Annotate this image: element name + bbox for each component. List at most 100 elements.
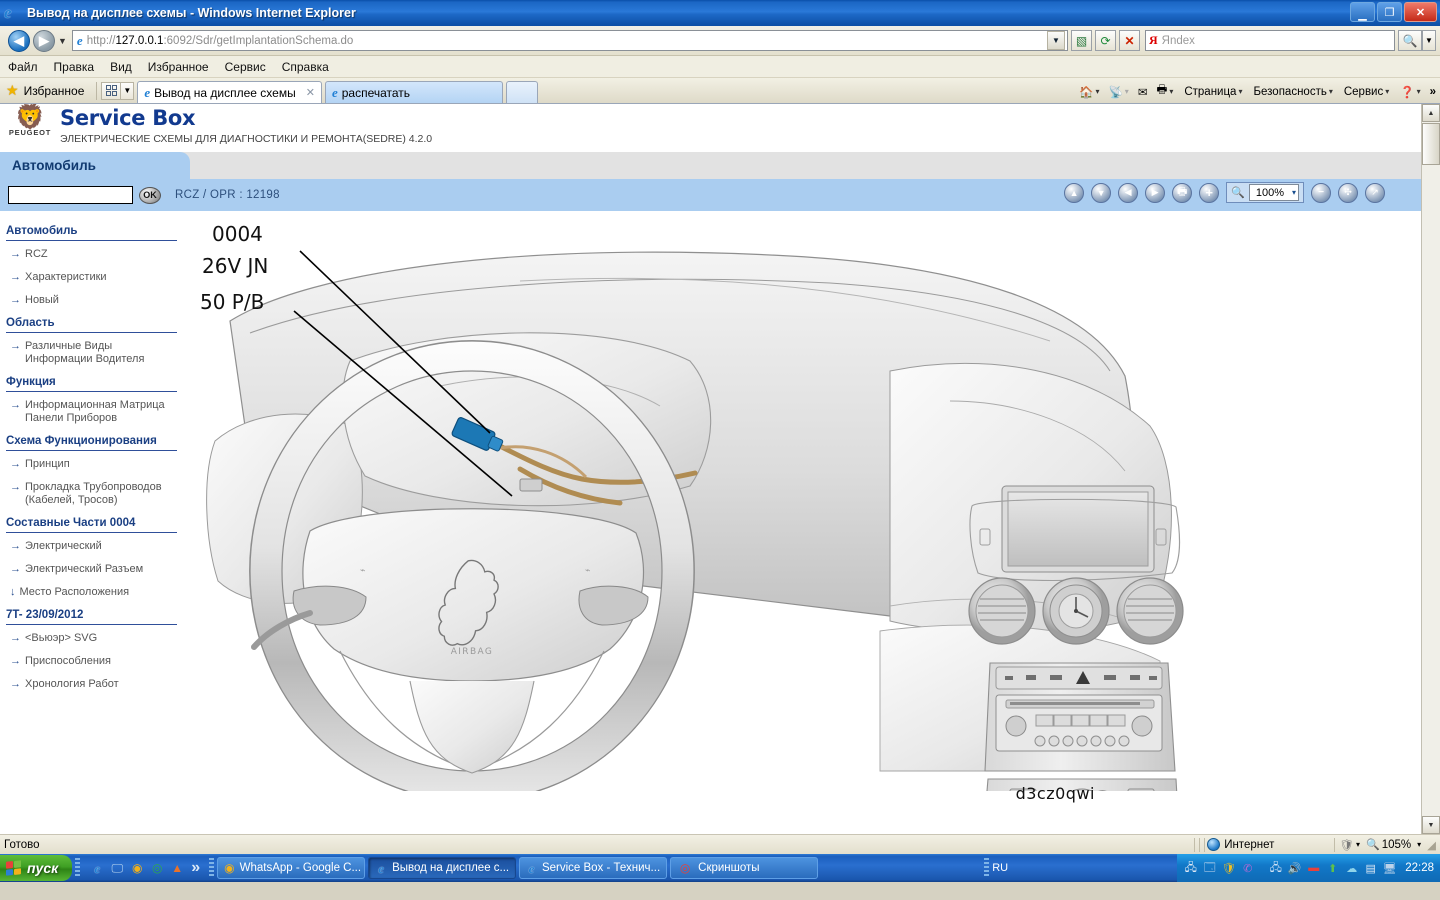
help-button[interactable]: ❓ ▾ — [1400, 85, 1420, 99]
recent-pages-dropdown-icon[interactable]: ▼ — [58, 36, 67, 46]
taskbar-button-schema[interactable]: e Вывод на дисплее с... — [368, 857, 517, 879]
viber-icon[interactable]: ✆ — [1240, 861, 1255, 876]
mail-button[interactable]: ✉ — [1138, 85, 1148, 99]
quick-tabs-button[interactable] — [101, 81, 122, 100]
start-button[interactable]: пуск — [0, 855, 73, 881]
ie-icon[interactable]: e — [89, 860, 105, 876]
forward-button[interactable]: ▶ — [33, 29, 55, 52]
sidebar-item[interactable]: → Электрический Разъем — [10, 563, 177, 576]
toolbar-grip[interactable] — [75, 858, 81, 878]
menu-item-help[interactable]: Справка — [282, 60, 329, 74]
sidebar-item[interactable]: → Приспособления — [10, 655, 177, 668]
pan-right-button[interactable]: ▶ — [1145, 182, 1166, 203]
scroll-thumb[interactable] — [1422, 123, 1440, 165]
tab-vehicle[interactable]: Автомобиль — [0, 152, 190, 179]
scroll-down-button[interactable]: ▼ — [1422, 816, 1440, 834]
cloud-icon[interactable]: ☁ — [1344, 861, 1359, 876]
taskbar-button-whatsapp[interactable]: ◉ WhatsApp - Google C... — [217, 857, 366, 879]
sidebar-item[interactable]: → <Вьюэр> SVG — [10, 632, 177, 645]
security-menu[interactable]: Безопасность ▾ — [1253, 86, 1332, 98]
screenshot-icon[interactable]: 🗔 — [1202, 861, 1217, 876]
sidebar-item[interactable]: → Хронология Работ — [10, 678, 177, 691]
protected-mode-icon[interactable]: 🛡 — [1339, 838, 1354, 852]
tab-print[interactable]: e распечатать — [324, 81, 503, 103]
pan-left-button[interactable]: ◀ — [1118, 182, 1139, 203]
print-diagram-button[interactable]: 🖶 — [1172, 182, 1193, 203]
pan-down-button[interactable]: ▼ — [1091, 182, 1112, 203]
new-tab-button[interactable] — [505, 81, 538, 103]
zoom-in-button[interactable]: + — [1199, 182, 1220, 203]
tray-grip[interactable] — [984, 858, 990, 878]
sidebar-item[interactable]: → Информационная Матрица Панели Приборов — [10, 399, 177, 425]
close-button[interactable]: ✕ — [1404, 2, 1437, 22]
feeds-button[interactable]: 📡 ▾ — [1108, 85, 1128, 99]
battery-icon[interactable]: ▤ — [1363, 861, 1378, 876]
sidebar-item-label: <Вьюэр> SVG — [25, 632, 98, 644]
sidebar-item[interactable]: → Новый — [10, 294, 177, 307]
vlc-icon[interactable]: ▲ — [169, 860, 185, 876]
search-input[interactable]: Я Яndex — [1145, 30, 1395, 51]
sidebar-item[interactable]: → RCZ — [10, 248, 177, 261]
pan-up-button[interactable]: ▲ — [1064, 182, 1085, 203]
search-provider-dropdown-icon[interactable]: ▼ — [1422, 30, 1436, 51]
tab-schema[interactable]: e Вывод на дисплее схемы ✕ — [137, 81, 322, 103]
sidebar-item[interactable]: ↓ Место Расположения — [10, 586, 177, 599]
taskbar-button-servicebox[interactable]: e Service Box - Технич... — [519, 857, 668, 879]
ok-button[interactable]: OK — [139, 186, 161, 204]
vehicle-search-input[interactable] — [8, 186, 133, 204]
menu-item-view[interactable]: Вид — [110, 60, 132, 74]
chevron-down-icon[interactable]: ▾ — [1356, 840, 1360, 849]
sidebar-item[interactable]: → Различные Виды Информации Водителя — [10, 340, 177, 366]
scroll-up-button[interactable]: ▲ — [1422, 104, 1440, 122]
overflow-icon[interactable]: » — [191, 859, 200, 877]
taskbar-clock[interactable]: 22:28 — [1405, 862, 1434, 874]
tab-close-icon[interactable]: ✕ — [306, 86, 315, 99]
menu-item-edit[interactable]: Правка — [54, 60, 95, 74]
menu-item-file[interactable]: Файл — [8, 60, 38, 74]
compatibility-view-button[interactable]: ▧ — [1071, 30, 1092, 51]
network-icon[interactable]: 🖧 — [1183, 861, 1198, 876]
stop-button[interactable]: ✕ — [1119, 30, 1140, 51]
address-input[interactable]: e http://127.0.0.1:6092/Sdr/getImplantat… — [71, 30, 1068, 51]
connection-icon[interactable]: 🖧 — [1268, 861, 1283, 876]
refresh-button[interactable]: ⟳ — [1095, 30, 1116, 51]
taskbar-button-screenshots[interactable]: ◎ Скриншоты — [670, 857, 819, 879]
resize-grip[interactable]: ◢ — [1427, 838, 1436, 852]
language-indicator[interactable]: RU — [992, 862, 1008, 874]
zoom-select[interactable]: 100% ▾ — [1248, 184, 1299, 201]
print-button[interactable]: 🖶 ▾ — [1156, 82, 1173, 101]
search-go-button[interactable]: 🔍 — [1398, 30, 1422, 51]
address-dropdown-icon[interactable]: ▼ — [1047, 31, 1065, 50]
monitor-icon[interactable]: 🖥 — [1382, 861, 1397, 876]
zoom-dropdown-icon[interactable]: ▾ — [1417, 840, 1421, 849]
zoom-level[interactable]: 105% — [1382, 839, 1411, 851]
favorites-button[interactable]: ★ Избранное — [0, 78, 92, 103]
sidebar-item[interactable]: → Характеристики — [10, 271, 177, 284]
fit-to-window-button[interactable]: ✣ — [1338, 182, 1358, 203]
maximize-button[interactable]: ❐ — [1377, 2, 1402, 22]
overflow-icon[interactable]: » — [1430, 86, 1436, 98]
home-button[interactable]: 🏠 ▾ — [1079, 85, 1099, 99]
open-popout-button[interactable]: ↗ — [1365, 182, 1385, 203]
menu-item-tools[interactable]: Сервис — [225, 60, 266, 74]
security-zone[interactable]: Интернет — [1207, 838, 1274, 851]
tab-list-dropdown-icon[interactable]: ▼ — [121, 81, 135, 100]
shield-icon[interactable]: 🛡 — [1221, 861, 1236, 876]
page-menu[interactable]: Страница ▾ — [1184, 86, 1242, 98]
vertical-scrollbar[interactable]: ▲ ▼ — [1421, 104, 1440, 834]
show-desktop-icon[interactable]: 🖵 — [109, 860, 125, 876]
opera-icon[interactable]: ◎ — [149, 860, 165, 876]
sidebar-item[interactable]: → Прокладка Трубопроводов (Кабелей, Тросо… — [10, 481, 177, 507]
flag-icon[interactable]: ▬ — [1306, 861, 1321, 876]
sidebar-item[interactable]: → Принцип — [10, 458, 177, 471]
zoom-out-button[interactable]: − — [1311, 182, 1331, 203]
minimize-button[interactable]: ▁ — [1350, 2, 1375, 22]
chrome-icon[interactable]: ◉ — [129, 860, 145, 876]
audio-icon[interactable]: 🔊 — [1287, 861, 1302, 876]
tools-menu[interactable]: Сервис ▾ — [1344, 86, 1389, 98]
back-button[interactable]: ◀ — [8, 29, 30, 52]
sidebar-item[interactable]: → Электрический — [10, 540, 177, 553]
menu-item-favorites[interactable]: Избранное — [148, 60, 209, 74]
toolbar-grip[interactable] — [209, 858, 215, 878]
update-icon[interactable]: ⬆ — [1325, 861, 1340, 876]
